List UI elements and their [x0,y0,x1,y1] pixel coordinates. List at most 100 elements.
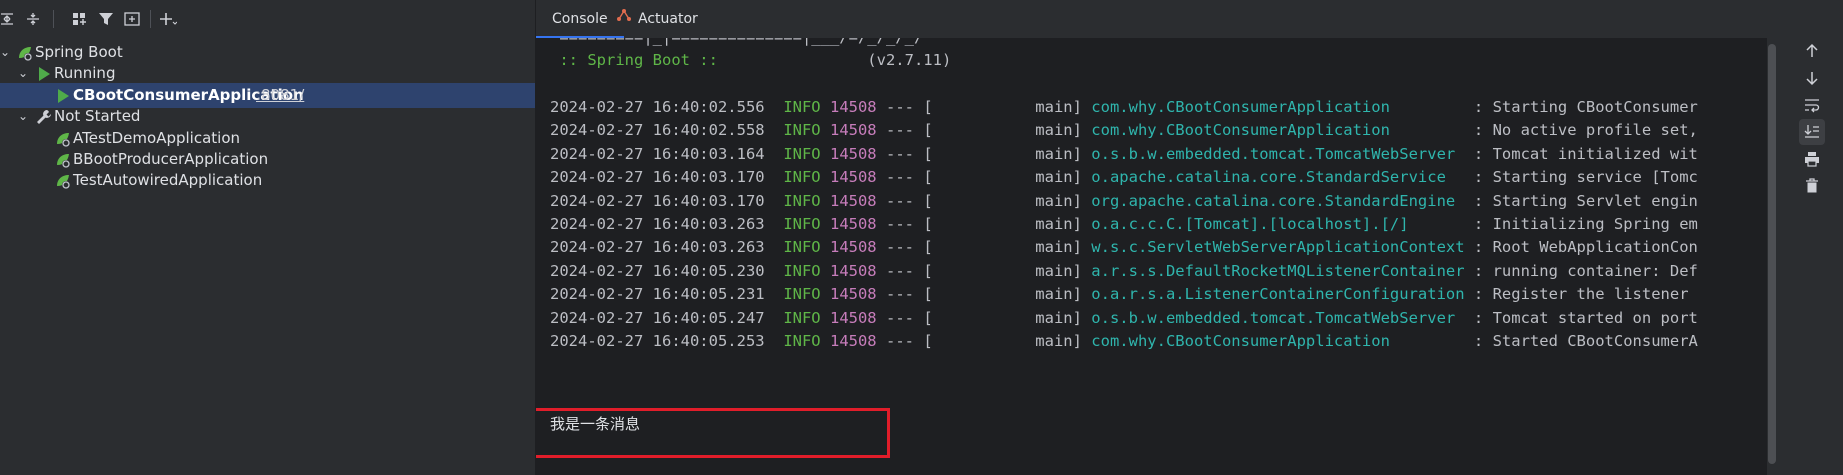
spring-boot-icon [54,151,72,169]
log-logger: o.s.b.w.embedded.tomcat.TomcatWebServer [1091,308,1465,327]
log-logger: o.s.b.w.embedded.tomcat.TomcatWebServer [1091,144,1465,163]
log-timestamp: 2024-02-27 16:40:05.247 [550,308,765,327]
log-level: INFO [783,285,821,304]
banner-spring-boot: :: Spring Boot :: [550,51,728,69]
print-icon[interactable] [1799,146,1825,172]
output-tabs: Console Actuator [536,0,1843,39]
log-level: INFO [783,191,821,210]
log-timestamp: 2024-02-27 16:40:02.556 [550,98,765,116]
log-pid: 14508 [829,168,877,187]
log-thread: --- [ main] [876,144,1092,163]
log-thread: --- [ main] [876,261,1092,280]
log-message: : Starting CBootConsumer [1464,98,1698,116]
log-thread: --- [ main] [876,332,1092,350]
trash-icon[interactable] [1799,173,1825,199]
console-actions [1777,38,1843,475]
tree-item-label: TestAutowiredApplication [73,171,263,189]
tab-label: Console [552,11,608,27]
toolbar-divider [53,10,54,28]
tree-item-testautowiredapplication[interactable]: TestAutowiredApplication [0,168,535,193]
log-pid: 14508 [829,238,877,257]
scroll-to-end-icon[interactable] [1799,119,1825,145]
log-logger: com.why.CBootConsumerApplication [1091,121,1465,140]
log-pid: 14508 [829,308,877,327]
log-level: INFO [783,121,821,140]
new-service-icon[interactable] [122,8,144,30]
spring-boot-icon [54,130,72,148]
log-message: : Tomcat started on port [1464,308,1698,327]
log-timestamp: 2024-02-27 16:40:03.263 [550,238,765,257]
log-timestamp: 2024-02-27 16:40:03.164 [550,144,765,163]
wrench-icon [35,108,53,126]
console-message: 我是一条消息 [550,415,641,433]
collapse-all-icon[interactable] [22,8,44,30]
spring-boot-icon [16,44,34,62]
log-thread: --- [ main] [876,285,1092,304]
log-message: : No active profile set, [1464,121,1698,140]
log-level: INFO [783,238,821,257]
log-logger: o.a.r.s.a.ListenerContainerConfiguration [1091,285,1465,304]
log-message: : Register the listener [1464,285,1698,304]
console-output[interactable]: =========|_|==============|___/=/_/_/_/ … [536,38,1766,475]
run-icon [35,65,53,83]
log-pid: 14508 [829,121,877,140]
log-logger: org.apache.catalina.core.StandardEngine [1091,191,1465,210]
soft-wrap-icon[interactable] [1799,92,1825,118]
log-logger: o.apache.catalina.core.StandardService [1091,168,1465,187]
run-output-panel: Console Actuator =========|_|===========… [536,0,1843,475]
log-pid: 14508 [829,144,877,163]
log-message: : Started CBootConsumerA [1464,332,1698,350]
expand-all-icon[interactable] [0,8,18,30]
log-level: INFO [783,308,821,327]
log-timestamp: 2024-02-27 16:40:03.170 [550,168,765,187]
log-level: INFO [783,215,821,233]
arrow-up-icon[interactable] [1799,38,1825,64]
services-toolbar [0,0,535,38]
log-line: 2024-02-27 16:40:05.253 INFO 14508 --- [… [550,328,1698,355]
tab-console[interactable]: Console [536,0,624,38]
log-level: INFO [783,332,821,350]
log-logger: com.why.CBootConsumerApplication [1091,332,1465,350]
tab-label: Actuator [638,11,698,27]
log-level: INFO [783,168,821,187]
log-pid: 14508 [829,98,877,116]
log-logger: o.a.c.c.C.[Tomcat].[localhost].[/] [1091,215,1465,233]
log-pid: 14508 [829,332,877,350]
log-thread: --- [ main] [876,121,1092,140]
services-panel: ⌄ Spring Boot ⌄ Running CBootConsumerApp… [0,0,536,475]
log-thread: --- [ main] [876,98,1092,116]
log-level: INFO [783,261,821,280]
log-thread: --- [ main] [876,191,1092,210]
tab-actuator[interactable]: Actuator [616,0,714,38]
log-thread: --- [ main] [876,168,1092,187]
arrow-down-icon[interactable] [1799,65,1825,91]
log-logger: a.r.s.s.DefaultRocketMQListenerContainer [1091,261,1465,280]
log-pid: 14508 [829,215,877,233]
log-thread: --- [ main] [876,308,1092,327]
group-by-icon[interactable] [68,8,90,30]
log-timestamp: 2024-02-27 16:40:05.253 [550,332,765,350]
log-timestamp: 2024-02-27 16:40:02.558 [550,121,765,140]
log-thread: --- [ main] [876,238,1092,257]
log-message: : Starting Servlet engin [1464,191,1698,210]
log-message: : Starting service [Tomc [1464,168,1698,187]
log-timestamp: 2024-02-27 16:40:05.230 [550,261,765,280]
log-logger: com.why.CBootConsumerApplication [1091,98,1465,116]
log-message: : Initializing Spring em [1464,215,1698,233]
log-level: INFO [783,144,821,163]
banner-version: (v2.7.11) [727,51,952,69]
log-message: : Root WebApplicationCon [1464,238,1698,257]
filter-icon[interactable] [95,8,117,30]
console-scrollbar[interactable] [1767,38,1777,475]
scrollbar-thumb[interactable] [1768,44,1776,464]
log-pid: 14508 [829,261,877,280]
log-timestamp: 2024-02-27 16:40:03.170 [550,191,765,210]
banner-line: :: Spring Boot :: (v2.7.11) [550,47,951,74]
log-message: : Tomcat initialized wit [1464,144,1698,163]
run-icon [54,87,72,105]
log-timestamp: 2024-02-27 16:40:03.263 [550,215,765,233]
log-timestamp: 2024-02-27 16:40:05.231 [550,285,765,304]
add-icon[interactable] [157,8,179,30]
log-thread: --- [ main] [876,215,1092,233]
actuator-icon [616,0,632,38]
